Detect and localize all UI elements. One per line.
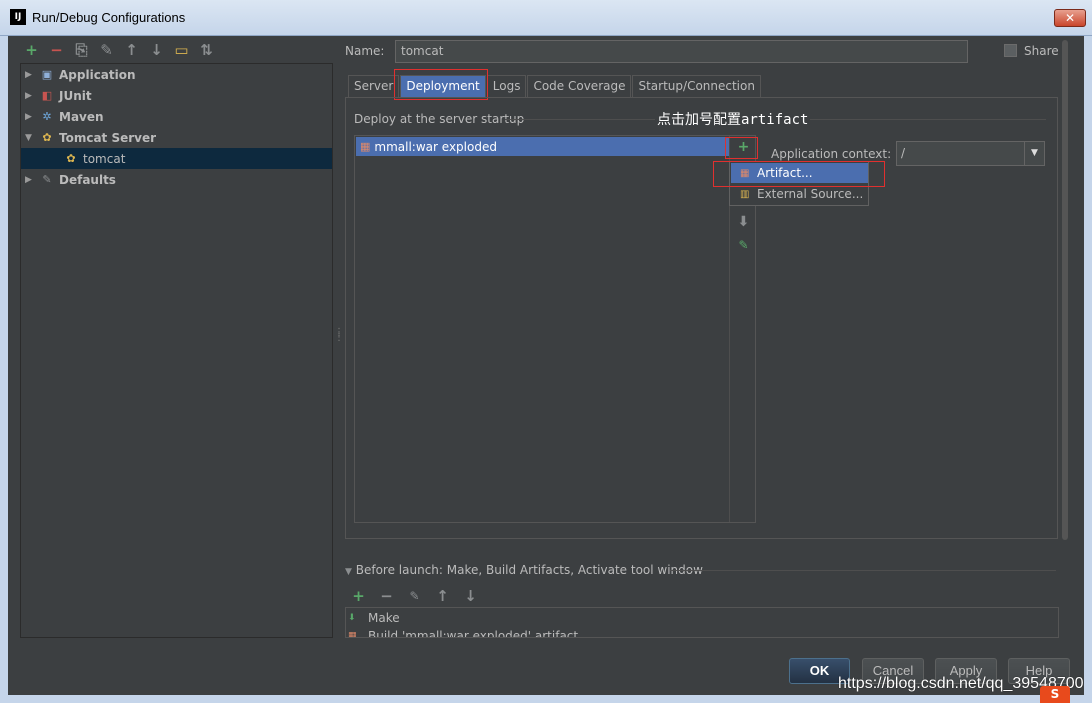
remove-icon[interactable]: −	[377, 586, 396, 605]
deploy-section-label: Deploy at the server startup	[354, 112, 525, 126]
highlight-box-add-button	[725, 137, 758, 159]
menu-item-external-source[interactable]: ▥ External Source...	[731, 184, 868, 204]
application-icon: ▣	[41, 68, 53, 81]
window-frame-right	[1084, 36, 1092, 703]
tree-item-tomcat[interactable]: ✿ tomcat	[21, 148, 332, 169]
vertical-scrollbar[interactable]	[1060, 40, 1070, 540]
tree-item-application[interactable]: ▶ ▣ Application	[21, 64, 332, 85]
collapse-arrow-icon[interactable]: ▼	[25, 133, 39, 143]
tree-item-label: Defaults	[59, 172, 116, 187]
application-context-label: Application context:	[771, 147, 892, 161]
expand-arrow-icon[interactable]: ▶	[25, 112, 39, 122]
list-item[interactable]: ⬇ Make	[348, 609, 400, 627]
deployment-list: ▦ mmall:war exploded	[354, 135, 756, 523]
name-input[interactable]: tomcat	[395, 40, 968, 63]
artifact-icon: ▦	[348, 631, 357, 638]
maven-icon: ✲	[42, 110, 52, 123]
tree-item-junit[interactable]: ▶ ◧ JUnit	[21, 85, 332, 106]
before-launch-title: Before launch: Make, Build Artifacts, Ac…	[355, 563, 703, 577]
tab-server[interactable]: Server	[348, 75, 400, 98]
share-label: Share	[1024, 44, 1059, 58]
intellij-app-icon: IJ	[10, 9, 26, 25]
tree-item-label: Tomcat Server	[59, 130, 157, 145]
artifact-icon: ▦	[360, 140, 371, 153]
list-item-label: Make	[368, 611, 400, 625]
tree-item-label: JUnit	[59, 88, 92, 103]
sort-icon[interactable]: ⇅	[197, 41, 216, 60]
tab-startup-connection[interactable]: Startup/Connection	[632, 75, 761, 98]
window-close-button[interactable]: ✕	[1054, 9, 1086, 27]
splitter-handle[interactable]: ⋮ ⋮	[334, 328, 344, 346]
make-icon: ⬇	[348, 613, 356, 623]
add-icon[interactable]: +	[349, 586, 368, 605]
tomcat-icon: ✿	[42, 131, 52, 144]
before-launch-list: ⬇ Make ▦ Build 'mmall:war exploded' arti…	[345, 607, 1059, 638]
window-frame-left	[0, 36, 8, 703]
add-icon[interactable]: +	[22, 41, 41, 60]
list-item-label: Build 'mmall:war exploded' artifact	[368, 629, 579, 638]
move-up-icon[interactable]: ↑	[433, 586, 452, 605]
before-launch-toolbar: + − ✎ ↑ ↓	[349, 586, 480, 605]
wrench-icon[interactable]: ✎	[97, 41, 116, 60]
tree-item-defaults[interactable]: ▶ ✎ Defaults	[21, 169, 332, 190]
configuration-tree: ▶ ▣ Application ▶ ◧ JUnit ▶ ✲ Maven ▼ ✿ …	[20, 63, 333, 638]
junit-icon: ◧	[41, 89, 53, 102]
move-down-icon[interactable]: ↓	[461, 586, 480, 605]
name-label: Name:	[345, 44, 385, 58]
copy-icon[interactable]: ⎘	[72, 41, 91, 60]
move-down-icon[interactable]: ↓	[147, 41, 166, 60]
annotation-text: 点击加号配置artifact	[655, 109, 811, 129]
expand-arrow-icon[interactable]: ▶	[25, 70, 39, 80]
tree-item-label: Application	[59, 67, 136, 82]
tab-logs[interactable]: Logs	[486, 75, 527, 98]
folder-icon[interactable]: ▭	[172, 41, 191, 60]
deployment-item[interactable]: ▦ mmall:war exploded	[356, 137, 730, 156]
csdn-logo-icon: S	[1040, 686, 1070, 703]
remove-icon[interactable]: −	[47, 41, 66, 60]
share-checkbox[interactable]	[1004, 44, 1017, 57]
edit-pencil-icon[interactable]: ✎	[735, 238, 752, 255]
window-title: Run/Debug Configurations	[32, 10, 186, 25]
chevron-down-icon[interactable]: ▼	[1024, 142, 1044, 165]
title-bar: IJ Run/Debug Configurations ✕	[0, 0, 1092, 36]
config-toolbar: + − ⎘ ✎ ↑ ↓ ▭ ⇅	[22, 40, 216, 60]
before-launch-header[interactable]: ▼ Before launch: Make, Build Artifacts, …	[345, 563, 703, 577]
menu-item-label: External Source...	[757, 187, 864, 201]
move-up-icon[interactable]: ↑	[122, 41, 141, 60]
scrollbar-thumb[interactable]	[1062, 40, 1068, 540]
highlight-box-deployment-tab	[394, 69, 488, 100]
tree-item-tomcat-server[interactable]: ▼ ✿ Tomcat Server	[21, 127, 332, 148]
section-divider	[670, 570, 1056, 571]
application-context-value: /	[901, 146, 906, 160]
defaults-icon: ✎	[42, 173, 52, 186]
collapse-arrow-icon[interactable]: ▼	[345, 567, 352, 577]
highlight-box-artifact	[713, 161, 885, 187]
edit-pencil-icon[interactable]: ✎	[405, 586, 424, 605]
window-frame-bottom	[0, 695, 1092, 703]
tomcat-icon: ✿	[66, 152, 76, 165]
deployment-item-label: mmall:war exploded	[374, 139, 497, 154]
expand-arrow-icon[interactable]: ▶	[25, 91, 39, 101]
tab-code-coverage[interactable]: Code Coverage	[527, 75, 632, 98]
tree-item-label: tomcat	[83, 151, 126, 166]
tree-item-maven[interactable]: ▶ ✲ Maven	[21, 106, 332, 127]
external-source-icon: ▥	[740, 188, 750, 200]
list-item[interactable]: ▦ Build 'mmall:war exploded' artifact	[348, 627, 579, 638]
application-context-combo[interactable]: / ▼	[896, 141, 1045, 166]
expand-arrow-icon[interactable]: ▶	[25, 175, 39, 185]
move-down-icon[interactable]: ⬇	[735, 214, 752, 231]
tree-item-label: Maven	[59, 109, 104, 124]
